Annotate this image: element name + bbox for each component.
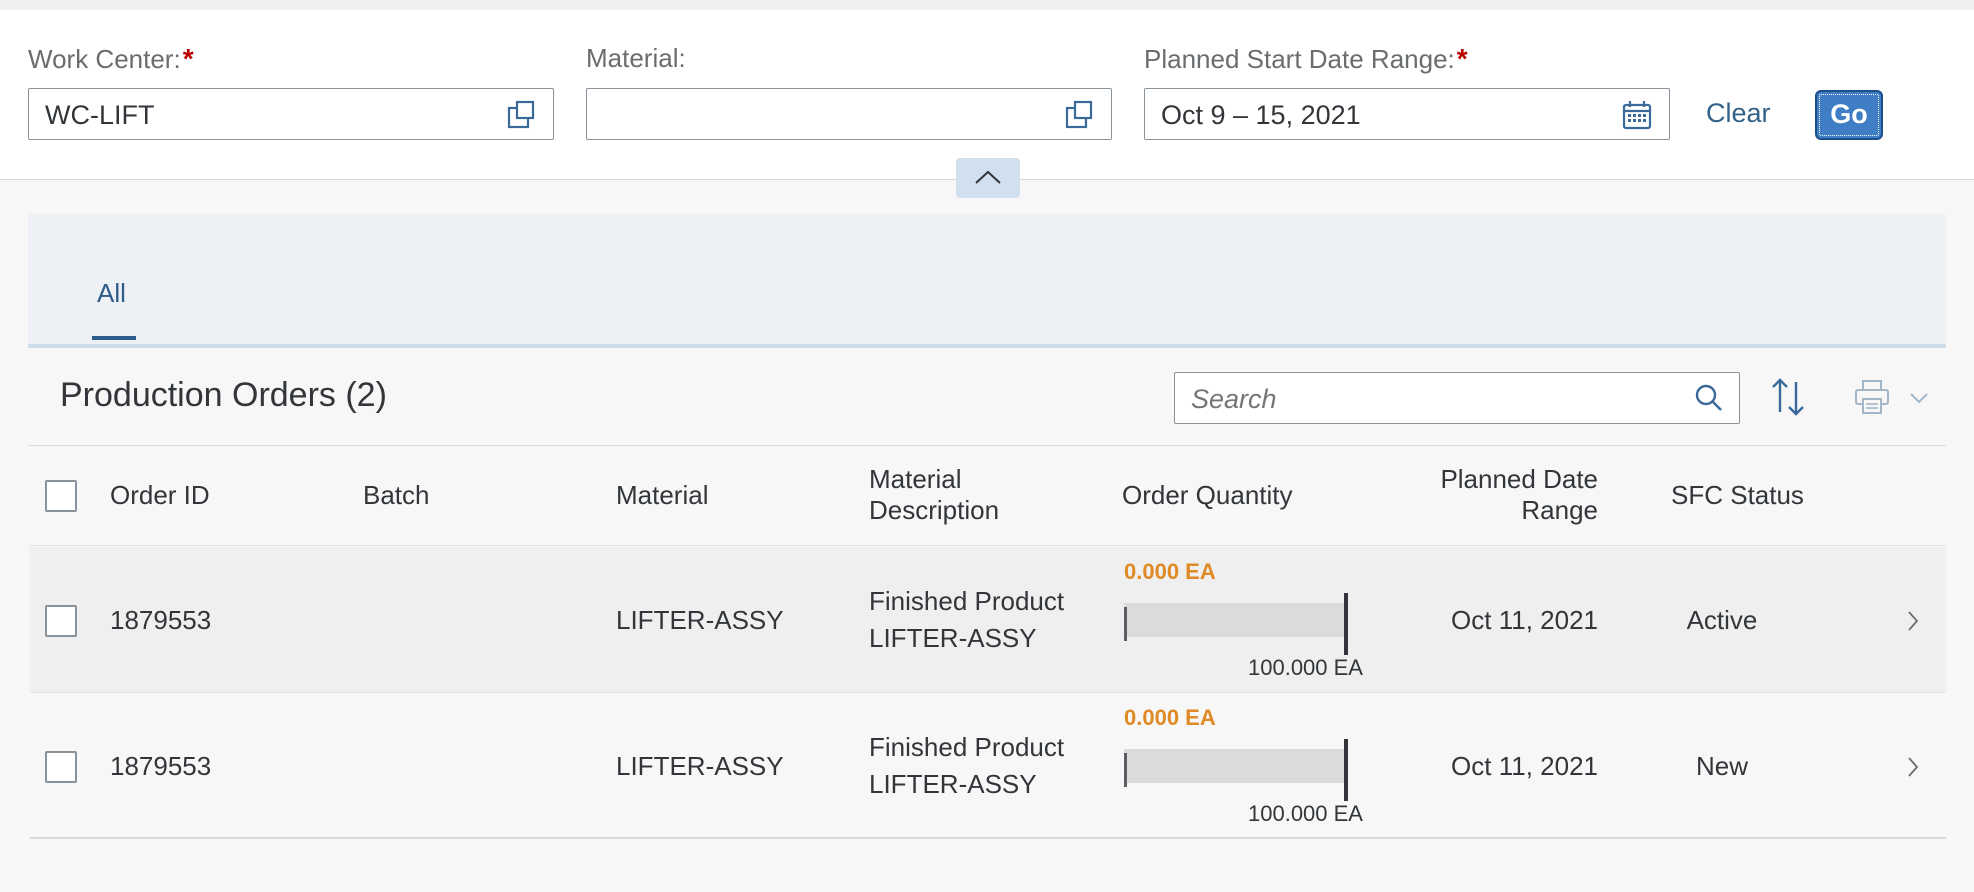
progress-target-marker — [1344, 739, 1348, 801]
chevron-right-icon[interactable] — [1905, 755, 1921, 779]
sfc-status-cell: New — [1695, 751, 1748, 781]
col-batch[interactable]: Batch — [363, 480, 430, 511]
date-range-label-text: Planned Start Date Range: — [1144, 44, 1455, 74]
quantity-total: 100.000 EA — [1248, 655, 1363, 680]
quantity-done: 0.000 EA — [1124, 705, 1216, 730]
sort-icon[interactable] — [1768, 376, 1808, 418]
quantity-total: 100.000 EA — [1248, 801, 1363, 826]
col-material-description-line1: Material — [869, 464, 962, 494]
material-description-line2: LIFTER-ASSY — [869, 769, 1037, 799]
date-range-input[interactable]: Oct 9 – 15, 2021 — [1144, 88, 1670, 140]
search-input[interactable]: Search — [1174, 372, 1740, 424]
material-description-cell: Finished Product LIFTER-ASSY — [869, 729, 1064, 803]
table-title: Production Orders (2) — [60, 376, 387, 414]
col-planned-date-line1: Planned Date — [1440, 464, 1598, 494]
material-cell: LIFTER-ASSY — [616, 605, 784, 635]
material-description-line1: Finished Product — [869, 732, 1065, 762]
col-sfc-status[interactable]: SFC Status — [1671, 480, 1804, 511]
quantity-progress-bar — [1124, 739, 1348, 801]
filter-bar: Work Center:* WC-LIFT Material: Planned … — [0, 10, 1974, 180]
order-id-cell: 1879553 — [110, 751, 212, 781]
search-placeholder: Search — [1191, 384, 1277, 414]
value-help-icon[interactable] — [505, 99, 537, 131]
tab-all[interactable]: All — [97, 278, 126, 309]
material-input[interactable] — [586, 88, 1112, 140]
material-description-line1: Finished Product — [869, 586, 1065, 616]
material-description-cell: Finished Product LIFTER-ASSY — [869, 583, 1064, 657]
col-planned-date-line2: Range — [1521, 495, 1598, 525]
progress-target-marker — [1344, 593, 1348, 655]
top-strip — [0, 0, 1974, 10]
chevron-right-icon[interactable] — [1905, 609, 1921, 633]
required-mark: * — [182, 43, 194, 74]
row-checkbox[interactable] — [45, 605, 77, 637]
work-center-value: WC-LIFT — [45, 100, 155, 130]
col-material[interactable]: Material — [616, 480, 708, 511]
quantity-progress-bar — [1124, 593, 1348, 655]
collapse-icon — [975, 170, 1001, 184]
progress-start-marker — [1124, 753, 1127, 787]
date-range-value: Oct 9 – 15, 2021 — [1161, 100, 1361, 130]
order-id-cell: 1879553 — [110, 605, 212, 635]
material-description-line2: LIFTER-ASSY — [869, 623, 1037, 653]
planned-date-cell: Oct 11, 2021 — [1451, 605, 1598, 635]
col-material-description[interactable]: Material Description — [869, 464, 999, 526]
row-checkbox[interactable] — [45, 751, 77, 783]
search-icon[interactable] — [1693, 382, 1725, 414]
select-all-checkbox[interactable] — [45, 480, 77, 512]
work-center-label: Work Center:* — [28, 43, 194, 75]
go-button[interactable]: Go — [1815, 90, 1883, 140]
chevron-down-icon[interactable] — [1908, 390, 1930, 406]
work-center-label-text: Work Center: — [28, 44, 181, 74]
work-center-input[interactable]: WC-LIFT — [28, 88, 554, 140]
tab-bar: All — [28, 214, 1946, 348]
sfc-status-cell: Active — [1686, 605, 1758, 635]
quantity-done: 0.000 EA — [1124, 559, 1216, 584]
material-cell: LIFTER-ASSY — [616, 751, 784, 781]
planned-date-cell: Oct 11, 2021 — [1451, 751, 1598, 781]
table-row[interactable]: 1879553 LIFTER-ASSY Finished Product LIF… — [30, 693, 1946, 839]
collapse-filter-button[interactable] — [956, 158, 1020, 198]
table-row[interactable]: 1879553 LIFTER-ASSY Finished Product LIF… — [30, 547, 1946, 693]
col-order-id[interactable]: Order ID — [110, 480, 210, 511]
date-range-label: Planned Start Date Range:* — [1144, 43, 1468, 75]
progress-start-marker — [1124, 607, 1127, 641]
table-toolbar: Production Orders (2) Search — [28, 350, 1946, 446]
calendar-icon[interactable] — [1621, 99, 1653, 131]
value-help-icon[interactable] — [1063, 99, 1095, 131]
required-mark: * — [1456, 43, 1468, 74]
col-planned-date-range[interactable]: Planned Date Range — [1368, 464, 1598, 526]
col-order-quantity[interactable]: Order Quantity — [1122, 480, 1293, 511]
print-icon[interactable] — [1854, 378, 1890, 416]
table-header: Order ID Batch Material Material Descrip… — [28, 446, 1946, 546]
material-label: Material: — [586, 43, 686, 73]
col-material-description-line2: Description — [869, 495, 1000, 525]
clear-button[interactable]: Clear — [1706, 98, 1771, 129]
tab-selected-indicator — [92, 336, 136, 340]
